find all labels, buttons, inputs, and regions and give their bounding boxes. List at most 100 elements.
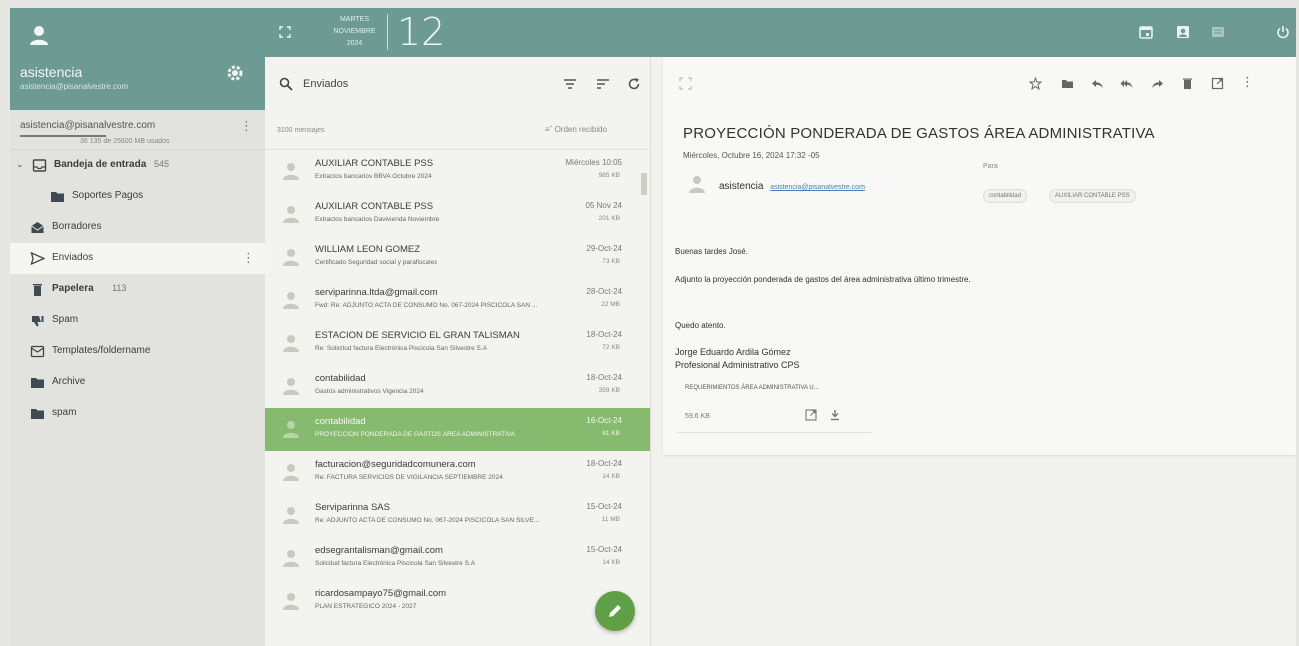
move-folder-icon[interactable] bbox=[1061, 77, 1074, 90]
message-date: 29-Oct-24 bbox=[586, 244, 622, 253]
unread-count-badge: 113 bbox=[112, 283, 127, 293]
sidebar-item-borradores[interactable]: Borradores bbox=[10, 212, 265, 243]
message-row[interactable]: serviparinna.ltda@gmail.com Fwd: Re: ADJU… bbox=[265, 279, 650, 322]
message-row[interactable]: WILLIAM LEON GOMEZ Certificado Seguridad … bbox=[265, 236, 650, 279]
message-row[interactable]: AUXILIAR CONTABLE PSS Extractos bancarios… bbox=[265, 193, 650, 236]
message-size: 22 MB bbox=[601, 301, 620, 308]
account-name: asistencia bbox=[20, 64, 83, 80]
body-greeting: Buenas tardes José. bbox=[675, 247, 748, 256]
date-separator bbox=[387, 14, 388, 50]
reply-all-icon[interactable] bbox=[1120, 77, 1133, 90]
message-date: Miércoles, Octubre 16, 2024 17:32 -05 bbox=[683, 151, 820, 160]
message-size: 73 KB bbox=[602, 258, 620, 265]
recipient-chip[interactable]: AUXILIAR CONTABLE PSS bbox=[1049, 189, 1136, 203]
attachment-size: 59.6 KB bbox=[685, 413, 710, 420]
sender-avatar-icon bbox=[689, 176, 705, 193]
thumb-down-icon bbox=[32, 316, 44, 327]
trash-icon bbox=[33, 284, 42, 296]
sidebar-item-spam[interactable]: Spam bbox=[10, 305, 265, 336]
date-year: 2024 bbox=[346, 40, 363, 47]
compose-button[interactable] bbox=[595, 591, 635, 631]
fullscreen-icon[interactable] bbox=[279, 26, 291, 38]
message-subject-preview: Re: FACTURA SERVICIOS DE VIGILANCIA SEPT… bbox=[315, 474, 503, 481]
message-row[interactable]: contabilidad Gastos administrativos Vigen… bbox=[265, 365, 650, 408]
message-subject: PROYECCIÓN PONDERADA DE GASTOS ÁREA ADMI… bbox=[683, 125, 1155, 142]
message-date: 18-Oct-24 bbox=[586, 373, 622, 382]
refresh-icon[interactable] bbox=[627, 77, 641, 91]
filter-icon[interactable] bbox=[563, 77, 577, 91]
search-input[interactable]: Enviados bbox=[303, 78, 348, 90]
sidebar: asistencia asistencia@pisanalvestre.com … bbox=[10, 8, 265, 646]
account-selector[interactable]: asistencia@pisanalvestre.com 36 135 de 2… bbox=[10, 110, 265, 150]
message-from: asistencia asistencia@pisanalvestre.com bbox=[719, 181, 865, 192]
quota-bar bbox=[20, 135, 106, 137]
message-row[interactable]: AUXILIAR CONTABLE PSS Extractos bancarios… bbox=[265, 150, 650, 193]
order-icon: ≡ˇ bbox=[545, 125, 553, 134]
body-text: Adjunto la proyección ponderada de gasto… bbox=[675, 275, 971, 284]
message-sender: AUXILIAR CONTABLE PSS bbox=[315, 201, 434, 212]
sidebar-item-label: Spam bbox=[52, 314, 79, 325]
sort-icon[interactable] bbox=[596, 77, 610, 91]
message-date: 18-Oct-24 bbox=[586, 459, 622, 468]
sidebar-item-papelera[interactable]: Papelera 113 bbox=[10, 274, 265, 305]
sidebar-item-label: Bandeja de entrada bbox=[54, 159, 147, 170]
more-options-icon[interactable]: ⋮ bbox=[1241, 74, 1254, 90]
message-subject-preview: Re: ADJUNTO ACTA DE CONSUMO No. 067-2024… bbox=[315, 517, 540, 524]
message-subject-preview: Fwd: Re: ADJUNTO ACTA DE CONSUMO No. 067… bbox=[315, 302, 538, 309]
sender-avatar-icon bbox=[283, 464, 299, 481]
message-row[interactable]: edsegrantalisman@gmail.com Solicitud fact… bbox=[265, 537, 650, 580]
message-row[interactable]: facturacion@seguridadcomunera.com Re: FAC… bbox=[265, 451, 650, 494]
expand-pane-icon[interactable] bbox=[679, 77, 692, 90]
sidebar-item-label: Enviados bbox=[52, 252, 94, 263]
forward-icon[interactable] bbox=[1151, 77, 1164, 90]
sender-avatar-icon bbox=[283, 206, 299, 223]
folder-menu-icon[interactable]: ⋮ bbox=[242, 250, 255, 266]
sidebar-item-soportes-pagos[interactable]: Soportes Pagos bbox=[10, 181, 265, 212]
message-size: 359 KB bbox=[598, 387, 620, 394]
delete-icon[interactable] bbox=[1181, 77, 1194, 90]
search-icon[interactable] bbox=[279, 77, 293, 91]
message-list: AUXILIAR CONTABLE PSS Extractos bancarios… bbox=[265, 150, 650, 623]
account-email: asistencia@pisanalvestre.com bbox=[20, 82, 129, 91]
message-subject-preview: PROYECCIÓN PONDERADA DE GASTOS ÁREA ADMI… bbox=[315, 431, 516, 438]
message-date: Miércoles 10:05 bbox=[565, 158, 622, 167]
star-icon[interactable] bbox=[1029, 77, 1042, 90]
sidebar-item-spam[interactable]: spam bbox=[10, 398, 265, 429]
message-row[interactable]: ricardosampayo75@gmail.com PLAN ESTRATEGI… bbox=[265, 580, 650, 623]
sidebar-item-templates-foldername[interactable]: Templates/foldername bbox=[10, 336, 265, 367]
open-attachment-icon[interactable] bbox=[805, 409, 817, 421]
sidebar-item-enviados[interactable]: Enviados ⋮ bbox=[10, 243, 265, 274]
download-icon[interactable] bbox=[829, 409, 841, 421]
from-email-link[interactable]: asistencia@pisanalvestre.com bbox=[770, 184, 865, 191]
account-menu-icon[interactable]: ⋮ bbox=[240, 118, 253, 134]
sidebar-item-bandeja-de-entrada[interactable]: ⌄ Bandeja de entrada 545 bbox=[10, 150, 265, 181]
calendar-icon[interactable] bbox=[1138, 24, 1154, 40]
message-size: 72 KB bbox=[602, 344, 620, 351]
settings-gear-icon[interactable] bbox=[226, 64, 244, 82]
message-subject-preview: Re: Solicitud factura Electrónica Piscic… bbox=[315, 345, 487, 352]
notes-icon[interactable] bbox=[1210, 24, 1226, 40]
collapse-caret-icon[interactable]: ⌄ bbox=[16, 159, 24, 170]
open-new-window-icon[interactable] bbox=[1211, 77, 1224, 90]
message-count: 3100 mensajes bbox=[277, 127, 325, 134]
attachment-card[interactable]: REQUERIMIENTOS ÁREA ADMINISTRATIVA U... … bbox=[677, 373, 871, 433]
message-subject-preview: Extractos bancarios BBVA Octubre 2024 bbox=[315, 173, 432, 180]
message-date: 15-Oct-24 bbox=[586, 502, 622, 511]
date-block: MARTES NOVIEMBRE 2024 bbox=[327, 14, 382, 50]
message-row[interactable]: Serviparinna SAS Re: ADJUNTO ACTA DE CONS… bbox=[265, 494, 650, 537]
order-selector[interactable]: ≡ˇ Orden recibido bbox=[545, 125, 607, 134]
sender-avatar-icon bbox=[283, 249, 299, 266]
account-selector-email: asistencia@pisanalvestre.com bbox=[20, 120, 156, 131]
power-icon[interactable] bbox=[1275, 24, 1291, 40]
to-label: Para bbox=[983, 163, 998, 170]
message-sender: ricardosampayo75@gmail.com bbox=[315, 588, 447, 599]
message-row[interactable]: ESTACION DE SERVICIO EL GRAN TALISMAN Re:… bbox=[265, 322, 650, 365]
account-header: asistencia asistencia@pisanalvestre.com bbox=[10, 8, 265, 110]
sidebar-item-archive[interactable]: Archive bbox=[10, 367, 265, 398]
sidebar-item-label: Templates/foldername bbox=[52, 345, 151, 356]
reply-icon[interactable] bbox=[1091, 77, 1104, 90]
scrollbar-thumb[interactable] bbox=[641, 173, 647, 195]
contacts-icon[interactable] bbox=[1175, 24, 1191, 40]
message-row[interactable]: contabilidad PROYECCIÓN PONDERADA DE GAST… bbox=[265, 408, 650, 451]
recipient-chip[interactable]: contabilidad bbox=[983, 189, 1028, 203]
